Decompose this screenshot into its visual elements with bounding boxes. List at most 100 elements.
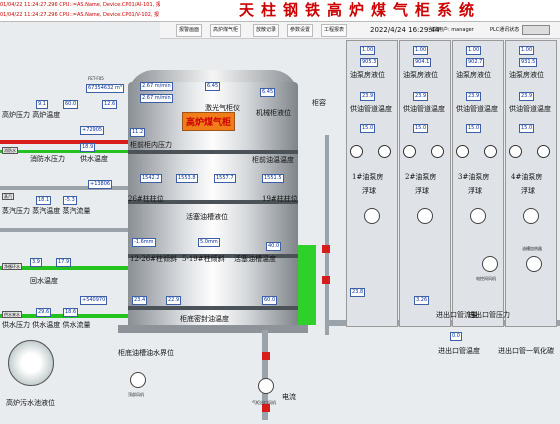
piston-left-label: 26#柱柱位 bbox=[128, 195, 164, 203]
room3-level: 1.00 bbox=[466, 46, 482, 55]
gauge-icon bbox=[509, 145, 522, 158]
bottom-3: 60.0 bbox=[262, 296, 278, 305]
gas-flow-total-value: 67354632 bbox=[88, 85, 114, 91]
gauge-icon bbox=[378, 145, 391, 158]
gauge-icon bbox=[431, 145, 444, 158]
gauge-icon bbox=[484, 145, 497, 158]
supply-temp-label: 供水温度 bbox=[80, 155, 108, 163]
steam-pressure: 18.1 bbox=[36, 196, 52, 205]
gas-pipe bbox=[0, 140, 128, 144]
slant-left-label: 12-26#柱倾斜 bbox=[130, 255, 178, 263]
gasholder-button[interactable]: 高炉煤气柜 bbox=[210, 24, 242, 37]
gas-temperature: 60.0 bbox=[63, 100, 79, 109]
level-rate-2: 2.67 m/min bbox=[140, 94, 173, 103]
room4-temp-label: 供油管道温度 bbox=[509, 105, 551, 113]
room2-float: 浮球 bbox=[415, 187, 429, 195]
source-gas: 消防水 bbox=[2, 147, 18, 154]
room2-level: 1.00 bbox=[413, 46, 429, 55]
room2-p1: 904.1 bbox=[413, 58, 432, 67]
capacity-label: 柜容 bbox=[312, 99, 326, 107]
room1-level: 1.00 bbox=[360, 46, 376, 55]
fan-icon[interactable] bbox=[258, 378, 274, 394]
plc-status-indicator bbox=[522, 25, 550, 35]
pump-room-1[interactable] bbox=[346, 40, 398, 327]
toolbar: 报警画面 高炉煤气柜 放散记录 参数设置 工程报表 2022/4/24 16:2… bbox=[160, 22, 560, 39]
pump-icon[interactable] bbox=[470, 208, 486, 224]
pump-icon[interactable] bbox=[417, 208, 433, 224]
gas-flow-total: 67354632 m³ bbox=[86, 84, 124, 93]
room4-p2: 23.9 bbox=[519, 92, 535, 101]
valve-red[interactable] bbox=[322, 245, 330, 253]
sewage-tank[interactable] bbox=[8, 340, 54, 386]
slant-right-label: 5-19#柱倾斜 bbox=[182, 255, 225, 263]
supply-flow: +540970 bbox=[80, 296, 108, 305]
room1-p1: 905.3 bbox=[360, 58, 379, 67]
gauge-icon bbox=[350, 145, 363, 158]
room3-p2: 23.9 bbox=[466, 92, 482, 101]
seal-temp-label: 柜底密封油温度 bbox=[180, 315, 229, 323]
smoke-label: 机械柜液位 bbox=[256, 109, 291, 117]
room4-p1: 931.5 bbox=[519, 58, 538, 67]
piston-val-3: 1557.7 bbox=[214, 174, 236, 183]
fan-icon[interactable] bbox=[482, 256, 498, 272]
user-name: manager bbox=[451, 27, 474, 33]
valve-red[interactable] bbox=[262, 352, 270, 360]
heater-icon[interactable] bbox=[526, 256, 542, 272]
pump-icon[interactable] bbox=[523, 208, 539, 224]
room2-name: 2#油泵房 bbox=[405, 173, 437, 181]
source-steam: 蒸汽 bbox=[2, 193, 14, 200]
piston-val-2: 1553.8 bbox=[176, 174, 198, 183]
alarm-row[interactable]: 01/04/22 11:24:27.296 CPU::=AS.Name, Dev… bbox=[0, 0, 160, 10]
release-record-button[interactable]: 放散记录 bbox=[253, 24, 280, 37]
pump-room-2[interactable] bbox=[399, 40, 451, 327]
gas-top-right: 6.45 bbox=[260, 88, 276, 97]
piston-right-label: 19#柱柱位 bbox=[262, 195, 298, 203]
report-button[interactable]: 工程报表 bbox=[321, 24, 348, 37]
gas-analyzer-label: 激光气柜仪 bbox=[205, 104, 240, 112]
fire-pressure-label: 消防水压力 bbox=[30, 155, 65, 163]
gauge-icon bbox=[537, 145, 550, 158]
pump-room-4[interactable] bbox=[505, 40, 557, 327]
pump-room-3[interactable] bbox=[452, 40, 504, 327]
steam-flow: +13806 bbox=[88, 180, 113, 189]
room3-tank-level: 油泵房液位 bbox=[456, 71, 491, 79]
room4-tank-level: 油泵房液位 bbox=[509, 71, 544, 79]
fire-water-pipe bbox=[0, 150, 128, 153]
room3-p1: 902.7 bbox=[466, 58, 485, 67]
gas-top-left: 6.45 bbox=[205, 82, 221, 91]
current-label: 电流 bbox=[282, 393, 296, 401]
fan-room-label: 电控间风机 bbox=[476, 276, 496, 281]
alarm-row[interactable]: 01/04/22 11:24:27.296 CPU::=AS.Name, Dev… bbox=[0, 10, 160, 20]
pump-icon[interactable] bbox=[364, 208, 380, 224]
piston-level-label: 活塞油槽液位 bbox=[186, 213, 228, 221]
room3-t: 15.0 bbox=[466, 124, 482, 133]
gauge-icon bbox=[403, 145, 416, 158]
alarm-screen-button[interactable]: 报警画面 bbox=[176, 24, 203, 37]
steam-temp: -5.3 bbox=[63, 196, 77, 205]
alarm-list[interactable]: 01/04/22 11:24:27.296 CPU::=AS.Name, Dev… bbox=[0, 0, 160, 22]
outlet-value: 23.8 bbox=[350, 288, 366, 297]
plc-status-label: PLC通讯状态 bbox=[490, 27, 520, 33]
return-pipe bbox=[0, 228, 128, 232]
supply-temp2: 18.6 bbox=[63, 308, 79, 317]
gas-flow-rate: +72905 bbox=[80, 126, 105, 135]
slant-1: -1.6mm bbox=[132, 238, 156, 247]
co-label: 进出口管一氧化碳 bbox=[498, 347, 554, 355]
tank-band bbox=[128, 150, 298, 154]
param-settings-button[interactable]: 参数设置 bbox=[287, 24, 314, 37]
room1-p2: 23.9 bbox=[360, 92, 376, 101]
slant-2: 5.0mm bbox=[198, 238, 220, 247]
valve-red[interactable] bbox=[322, 276, 330, 284]
fan-icon[interactable] bbox=[130, 372, 146, 388]
inlet-pressure-value: 0.0 bbox=[450, 332, 462, 341]
water-seal bbox=[298, 245, 316, 325]
room2-tank-level: 油泵房液位 bbox=[403, 71, 438, 79]
room1-tank-level: 油泵房液位 bbox=[350, 71, 385, 79]
gas-flow: 12.6 bbox=[102, 100, 118, 109]
vent-pipe bbox=[325, 135, 329, 335]
return-temp: 17.9 bbox=[56, 258, 72, 267]
supply-temp: 18.9 bbox=[80, 143, 96, 152]
sewage-label: 高炉污水池液位 bbox=[6, 399, 55, 407]
tank-band bbox=[128, 306, 298, 310]
inlet-pressure-label: 进出口管压力 bbox=[468, 311, 510, 319]
